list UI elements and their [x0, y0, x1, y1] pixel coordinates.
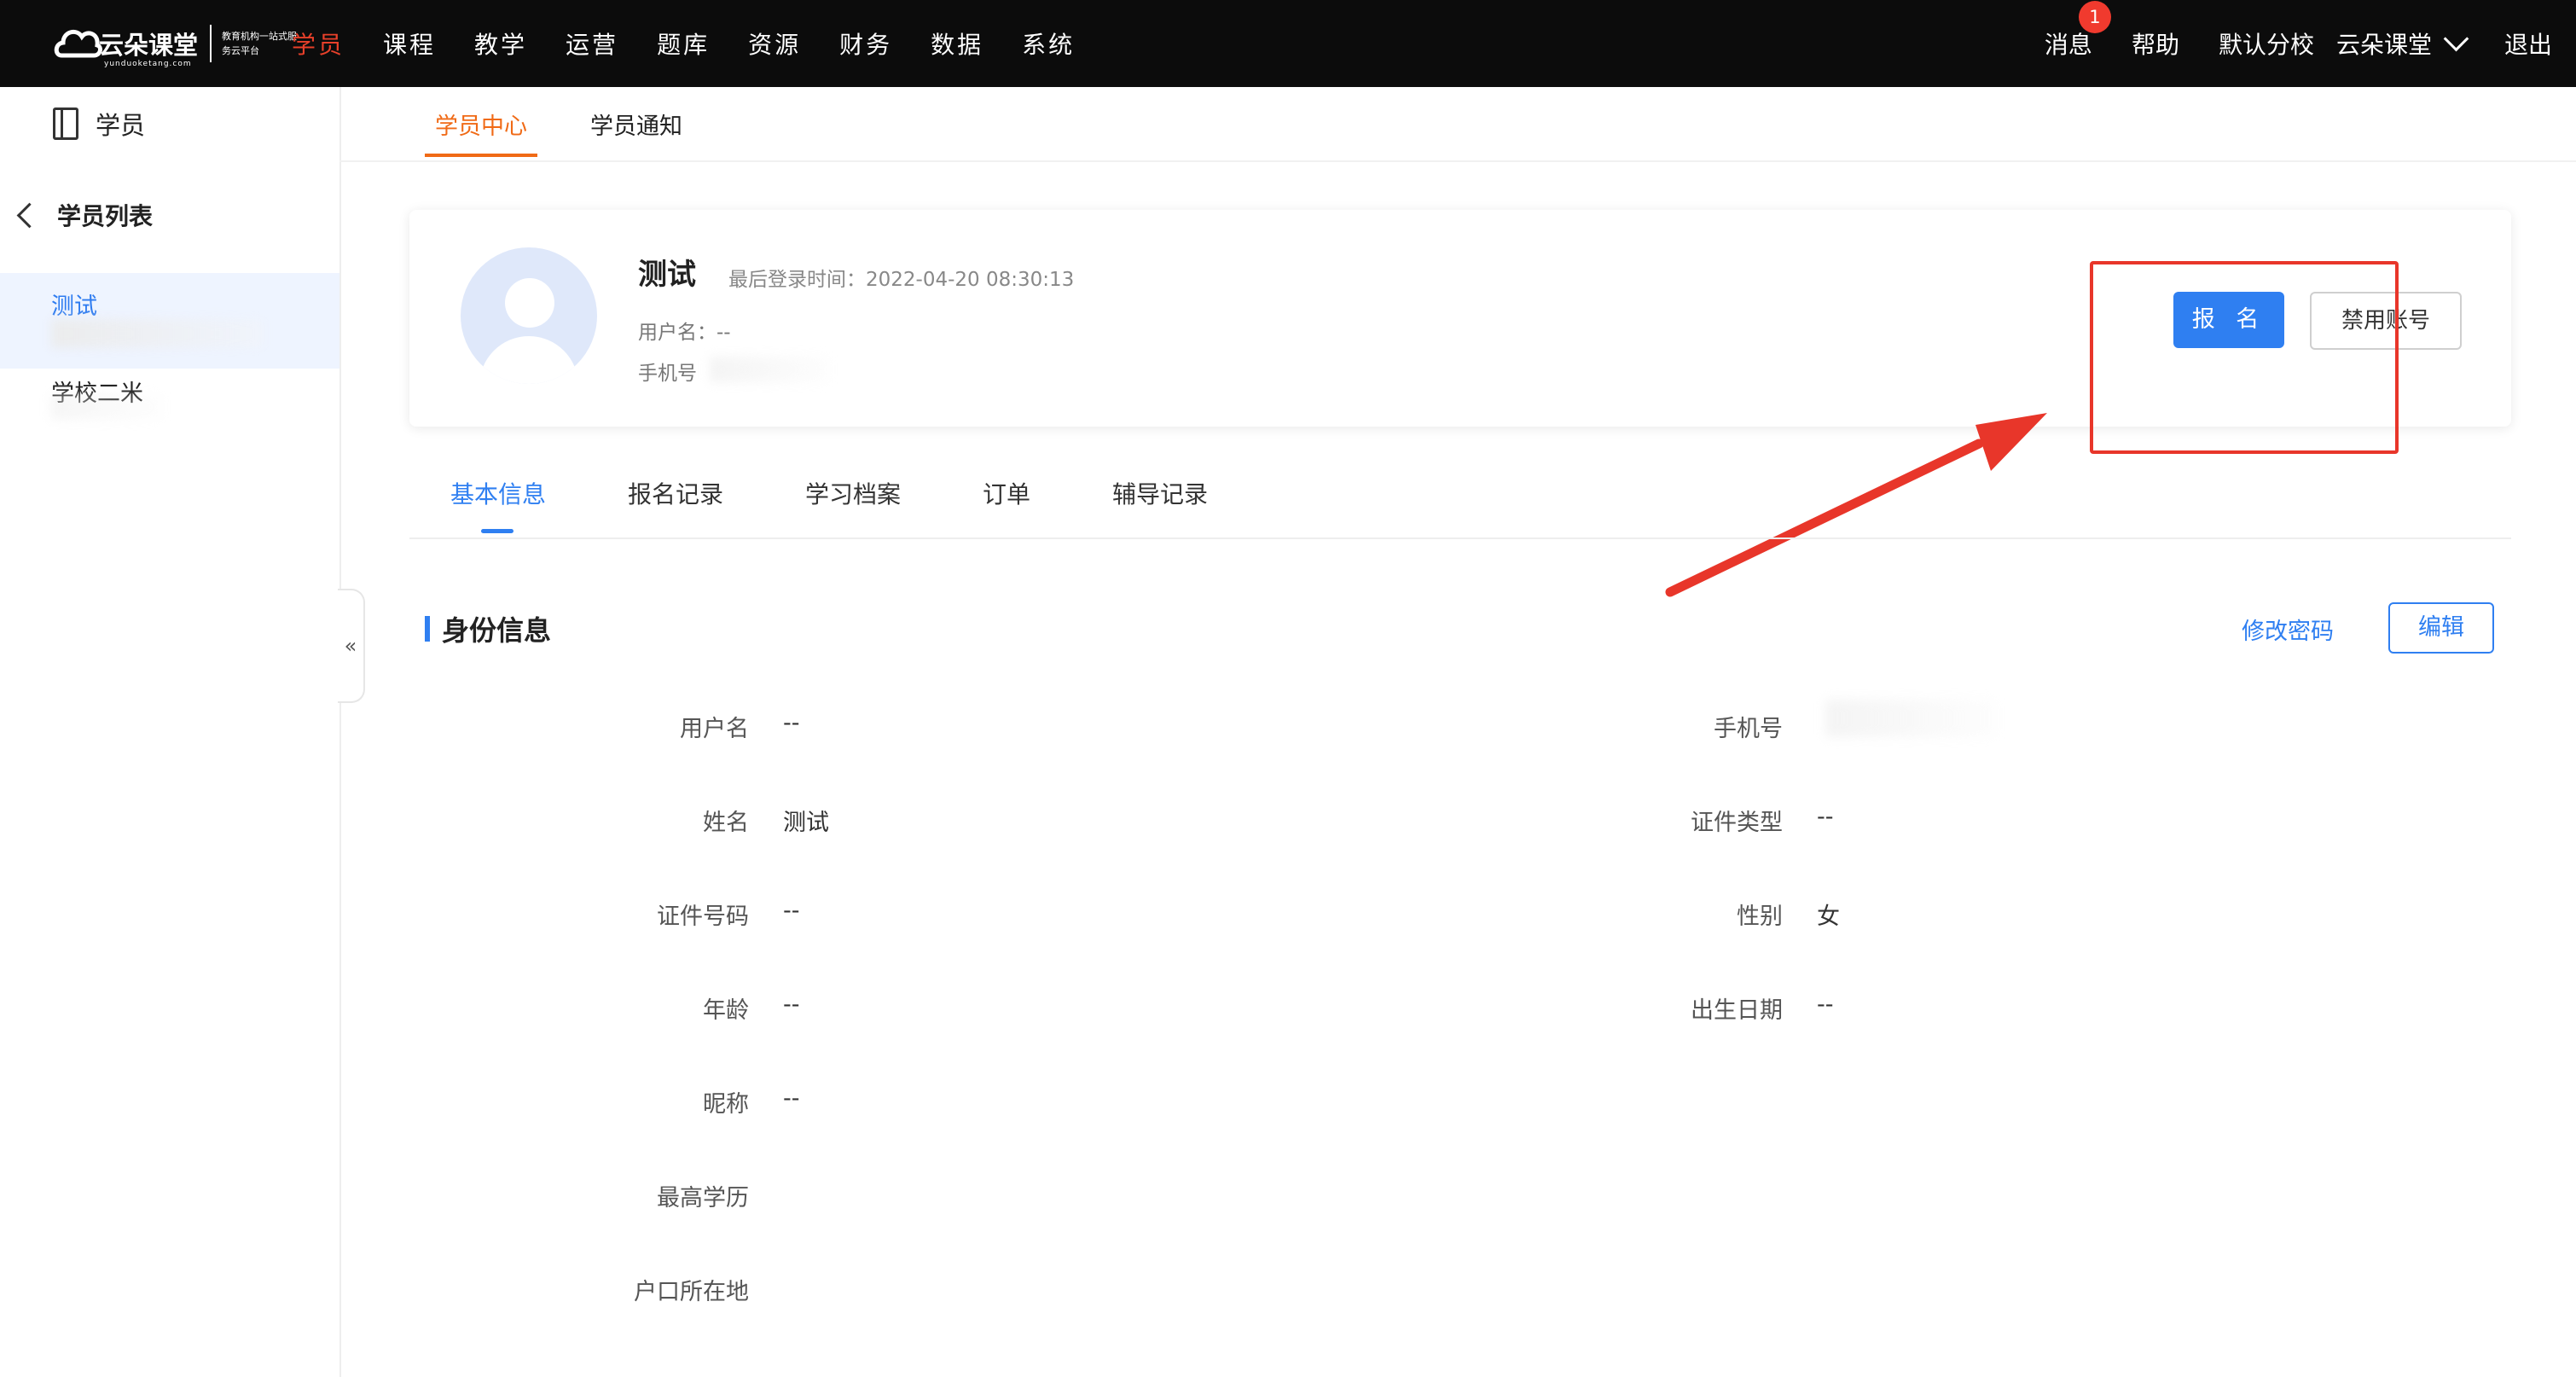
nav-item-resources[interactable]: 资源: [748, 26, 801, 61]
nav-item-students[interactable]: 学员: [292, 26, 345, 61]
field-value-id-number: --: [783, 898, 800, 924]
redacted-blur: [51, 394, 162, 420]
field-label-gender: 性别: [1737, 903, 1783, 930]
nav-item-finance[interactable]: 财务: [839, 26, 892, 61]
field-value-name: 测试: [783, 810, 829, 836]
change-password-link[interactable]: 修改密码: [2242, 613, 2334, 646]
sidebar-item-student[interactable]: 测试: [0, 273, 339, 369]
nav-item-system[interactable]: 系统: [1022, 26, 1075, 61]
sidebar-item-label: 测试: [51, 293, 97, 320]
section-title: 身份信息: [442, 614, 552, 647]
nav-item-operations[interactable]: 运营: [566, 26, 618, 61]
nav-item-courses[interactable]: 课程: [383, 26, 436, 61]
messages-label: 消息: [2044, 31, 2092, 59]
logout-link[interactable]: 退出: [2504, 26, 2552, 61]
tab-tutoring-records[interactable]: 辅导记录: [1112, 476, 1208, 510]
back-to-student-list[interactable]: 学员列表: [15, 198, 153, 232]
field-value-birth-date: --: [1817, 991, 1834, 1018]
sidebar-header: 学员: [53, 106, 145, 142]
field-label-id-type: 证件类型: [1691, 810, 1783, 836]
header-actions: 消息 1 帮助 默认分校 云朵课堂 退出: [2005, 0, 2552, 87]
field-value-nickname: --: [783, 1085, 800, 1112]
chevron-down-icon: [2443, 26, 2469, 51]
last-login-value: 2022-04-20 08:30:13: [866, 269, 1075, 291]
tab-basic-info[interactable]: 基本信息: [450, 476, 546, 510]
message-count-badge: 1: [2078, 1, 2111, 33]
org-dropdown[interactable]: 云朵课堂: [2335, 26, 2469, 61]
username-line: 用户名：--: [638, 322, 731, 344]
field-label-education: 最高学历: [657, 1185, 749, 1211]
student-name: 测试: [638, 258, 696, 292]
back-label: 学员列表: [57, 202, 154, 230]
field-label-phone: 手机号: [1714, 716, 1783, 742]
field-label-age: 年龄: [703, 997, 749, 1024]
notebook-icon: [53, 107, 78, 140]
help-link[interactable]: 帮助: [2132, 26, 2179, 61]
last-login-label: 最后登录时间：: [728, 269, 866, 291]
logo-divider: [210, 25, 212, 62]
logo-tagline: 教育机构一站式服务云平台: [222, 31, 298, 56]
avatar: [461, 247, 597, 384]
redacted-blur: [710, 357, 829, 382]
annotation-arrow-icon: [1665, 413, 2047, 597]
field-label-household-location: 户口所在地: [634, 1279, 749, 1305]
org-name: 云朵课堂: [2335, 31, 2432, 59]
nav-item-data[interactable]: 数据: [931, 26, 983, 61]
field-value-gender: 女: [1817, 903, 1840, 930]
main-nav: 学员 课程 教学 运营 题库 资源 财务 数据 系统: [292, 0, 1113, 87]
tab-enrollment-records[interactable]: 报名记录: [628, 476, 723, 510]
field-label-nickname: 昵称: [703, 1091, 749, 1118]
nav-item-teaching[interactable]: 教学: [474, 26, 527, 61]
sidebar-title: 学员: [96, 111, 146, 140]
edit-button[interactable]: 编辑: [2388, 602, 2494, 654]
field-label-username: 用户名: [680, 716, 749, 742]
field-label-birth-date: 出生日期: [1691, 997, 1783, 1024]
logo-text: 云朵课堂: [99, 31, 199, 60]
tab-student-notice[interactable]: 学员通知: [590, 107, 682, 141]
sidebar-item-student[interactable]: 学校二米: [0, 377, 339, 473]
chevron-left-icon: [16, 202, 43, 228]
redacted-blur: [51, 319, 264, 348]
messages-link[interactable]: 消息 1: [2044, 1, 2111, 61]
redacted-blur: [1825, 700, 1996, 737]
branch-school-select[interactable]: 默认分校: [2219, 26, 2314, 61]
field-value-age: --: [783, 991, 800, 1018]
sub-tabs: 学员中心 学员通知: [339, 87, 2576, 162]
avatar-body-shape: [479, 336, 578, 384]
nav-item-question-bank[interactable]: 题库: [657, 26, 710, 61]
field-value-username: --: [783, 710, 800, 736]
field-label-id-number: 证件号码: [657, 903, 749, 930]
tab-orders[interactable]: 订单: [983, 476, 1030, 510]
last-login: 最后登录时间：2022-04-20 08:30:13: [728, 263, 1074, 292]
tab-learning-archive[interactable]: 学习档案: [805, 476, 901, 510]
sidebar-collapse-button[interactable]: «: [338, 589, 365, 703]
active-tab-underline: [425, 154, 537, 157]
tab-student-center[interactable]: 学员中心: [435, 107, 527, 141]
sidebar: 学员 学员列表 测试 学校二米: [0, 87, 341, 1377]
top-navbar: 云朵课堂 yunduoketang.com 教育机构一站式服务云平台 学员 课程…: [0, 0, 2576, 87]
detail-tabs: 基本信息 报名记录 学习档案 订单 辅导记录: [409, 461, 2511, 539]
field-label-name: 姓名: [703, 810, 749, 836]
active-tab-indicator: [481, 529, 513, 533]
annotation-highlight-box: [2090, 261, 2399, 454]
phone-line: 手机号: [638, 363, 697, 385]
field-value-id-type: --: [1817, 804, 1834, 830]
avatar-head-shape: [505, 278, 554, 328]
section-accent-bar: [425, 616, 430, 642]
logo[interactable]: 云朵课堂 yunduoketang.com 教育机构一站式服务云平台: [53, 17, 299, 70]
logo-domain: yunduoketang.com: [104, 60, 192, 68]
cloud-logo-icon: [54, 29, 102, 58]
